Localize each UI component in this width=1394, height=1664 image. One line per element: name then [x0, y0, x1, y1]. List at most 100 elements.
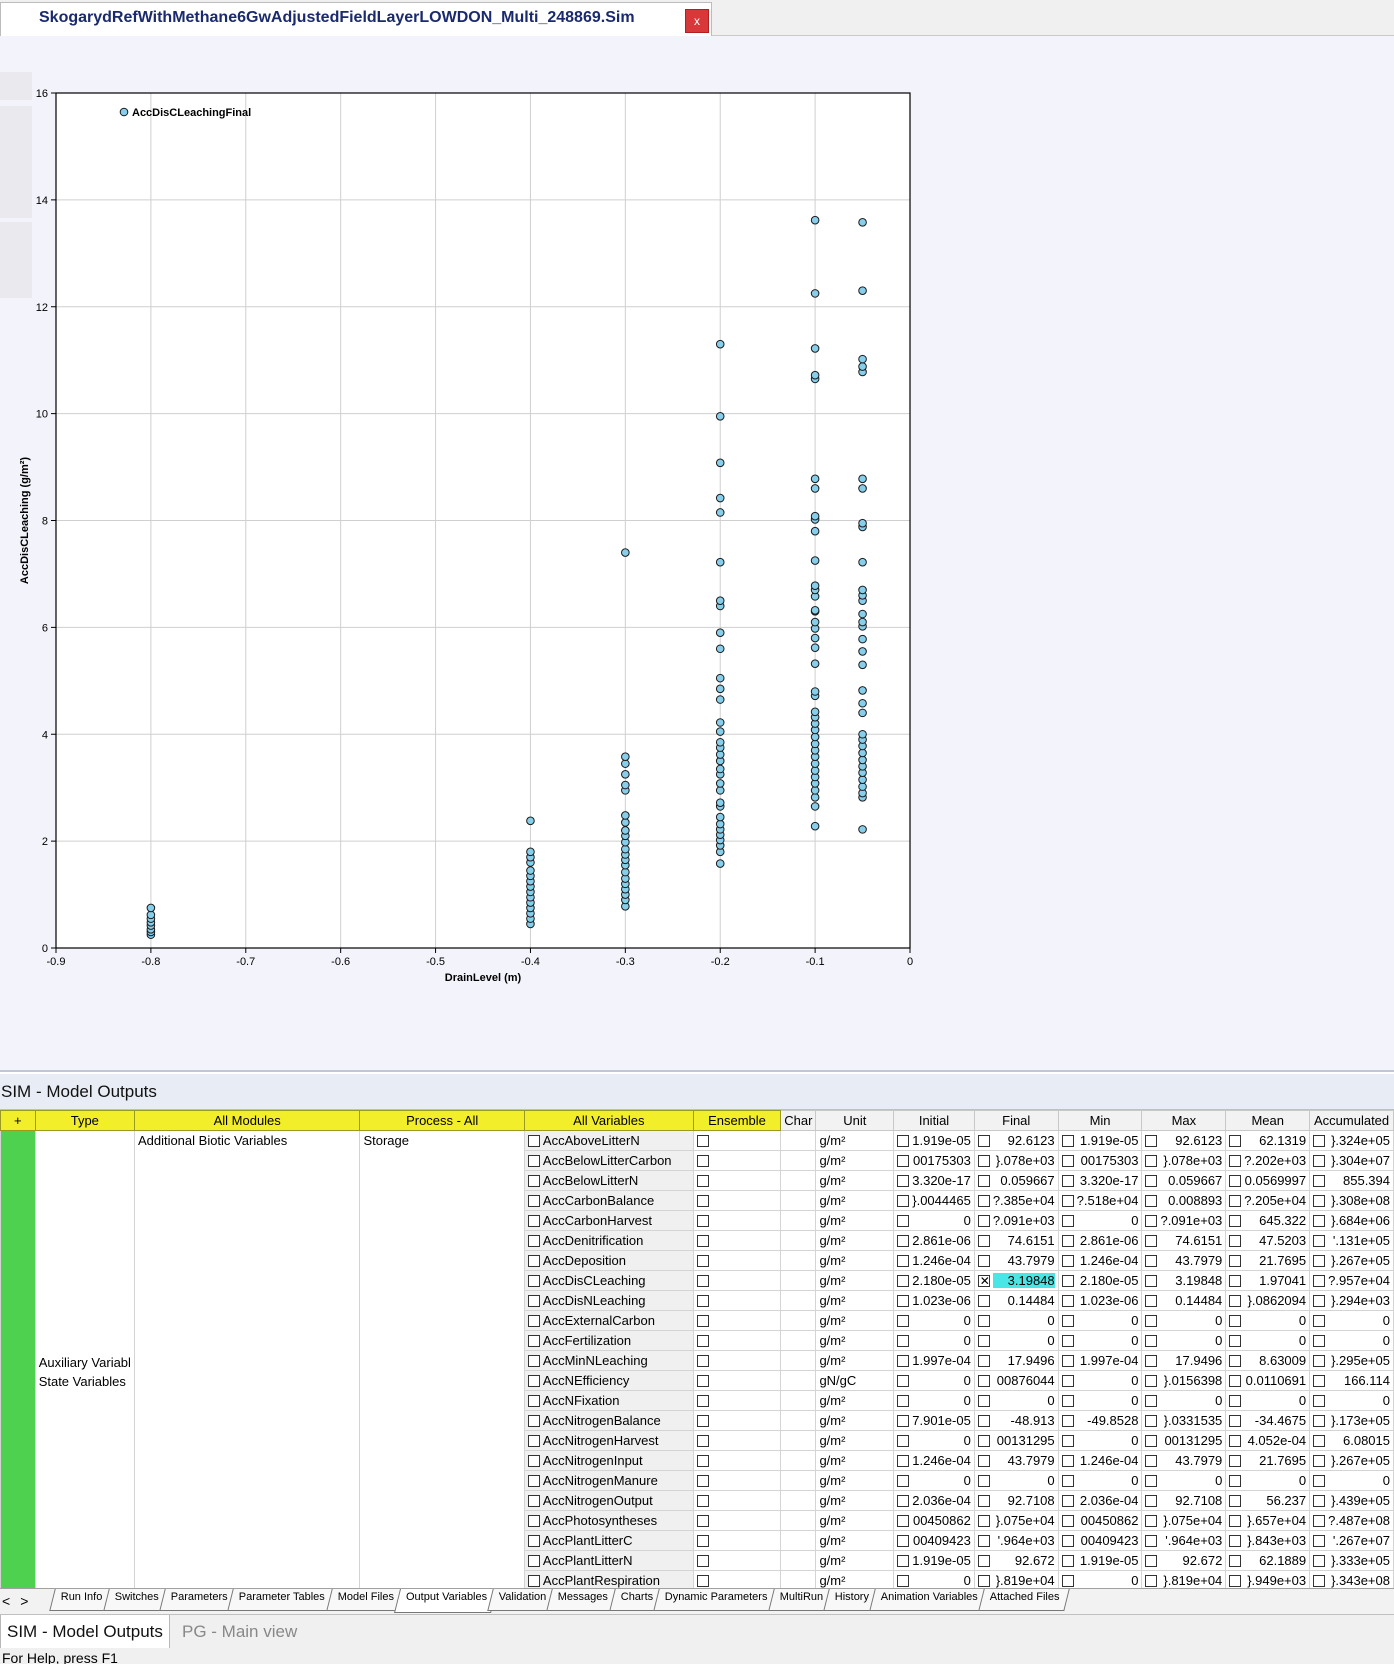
initial-cell-checkbox[interactable] — [897, 1474, 910, 1487]
variable-name-cell[interactable]: AccPlantRespiration — [523, 1570, 694, 1588]
ensemble-cell[interactable] — [692, 1250, 782, 1271]
final-cell-checkbox[interactable] — [977, 1554, 990, 1567]
variable-select-checkbox[interactable] — [527, 1475, 540, 1487]
final-cell-checkbox[interactable] — [977, 1494, 990, 1507]
chart-cell[interactable] — [780, 1330, 817, 1351]
mean-cell-checkbox[interactable] — [1229, 1554, 1242, 1567]
ensemble-checkbox[interactable] — [696, 1315, 709, 1327]
tab-animation-variables[interactable]: Animation Variables — [869, 1589, 989, 1611]
ensemble-cell[interactable] — [692, 1150, 782, 1171]
document-tab[interactable]: SkogarydRefWithMethane6GwAdjustedFieldLa… — [0, 2, 712, 36]
accumulated-cell[interactable]: }.294e+03 — [1309, 1290, 1394, 1311]
max-cell-checkbox[interactable] — [1145, 1454, 1158, 1467]
chart-cell[interactable] — [780, 1390, 817, 1411]
min-cell[interactable]: 0 — [1057, 1570, 1143, 1588]
min-cell-checkbox[interactable] — [1061, 1254, 1074, 1267]
ensemble-checkbox[interactable] — [696, 1355, 709, 1367]
initial-cell-checkbox[interactable] — [897, 1354, 910, 1367]
ensemble-checkbox[interactable] — [696, 1575, 709, 1587]
mean-cell[interactable]: -34.4675 — [1225, 1410, 1311, 1431]
min-cell[interactable]: 1.246e-04 — [1057, 1450, 1143, 1471]
max-cell-checkbox[interactable] — [1145, 1174, 1158, 1187]
initial-cell-checkbox[interactable] — [897, 1414, 910, 1427]
final-cell[interactable]: 43.7979 — [973, 1250, 1059, 1271]
accumulated-cell-checkbox[interactable] — [1313, 1214, 1326, 1227]
accumulated-cell[interactable]: }.267e+05 — [1309, 1450, 1394, 1471]
tab-pg-main-view[interactable]: PG - Main view — [176, 1615, 303, 1649]
ensemble-header[interactable]: Ensemble — [692, 1110, 782, 1131]
initial-cell-checkbox[interactable] — [897, 1434, 910, 1447]
mean-cell[interactable]: 0.0569997 — [1225, 1170, 1311, 1191]
max-cell-checkbox[interactable] — [1145, 1534, 1158, 1547]
chart-cell[interactable] — [780, 1490, 817, 1511]
final-cell[interactable]: 0.14484 — [973, 1290, 1059, 1311]
mean-cell-checkbox[interactable] — [1229, 1134, 1242, 1147]
initial-cell[interactable]: 0 — [893, 1390, 975, 1411]
tab-next-button[interactable]: > — [20, 1593, 38, 1609]
tab-switches[interactable]: Switches — [102, 1589, 169, 1611]
initial-cell-checkbox[interactable] — [897, 1274, 910, 1287]
variable-name-cell[interactable]: AccDisNLeaching — [523, 1290, 694, 1311]
min-cell[interactable]: 0 — [1057, 1470, 1143, 1491]
close-icon[interactable]: x — [685, 9, 709, 33]
chart-cell[interactable] — [780, 1310, 817, 1331]
min-cell[interactable]: 00409423 — [1057, 1530, 1143, 1551]
mean-cell-checkbox[interactable] — [1229, 1194, 1242, 1207]
initial-header[interactable]: Initial — [893, 1110, 975, 1131]
ensemble-cell[interactable] — [692, 1390, 782, 1411]
accumulated-cell[interactable]: 6.08015 — [1309, 1430, 1394, 1451]
mean-cell[interactable]: }.843e+03 — [1225, 1530, 1311, 1551]
variable-name-cell[interactable]: AccCarbonBalance — [523, 1190, 694, 1211]
accumulated-cell[interactable]: '.267e+07 — [1309, 1530, 1394, 1551]
max-cell-checkbox[interactable] — [1145, 1134, 1158, 1147]
min-cell-checkbox[interactable] — [1061, 1434, 1074, 1447]
variable-select-checkbox[interactable] — [527, 1295, 540, 1307]
mean-cell[interactable]: 645.322 — [1225, 1210, 1311, 1231]
accumulated-cell-checkbox[interactable] — [1313, 1294, 1326, 1307]
final-cell-checkbox[interactable] — [977, 1354, 990, 1367]
accumulated-cell-checkbox[interactable] — [1313, 1314, 1326, 1327]
tab-dynamic-parameters[interactable]: Dynamic Parameters — [653, 1589, 778, 1611]
min-cell-checkbox[interactable] — [1061, 1414, 1074, 1427]
max-cell[interactable]: }.0331535 — [1141, 1410, 1227, 1431]
modules-filter[interactable]: All Modules — [133, 1110, 361, 1131]
chart-cell[interactable] — [780, 1290, 817, 1311]
max-cell[interactable]: '.964e+03 — [1141, 1530, 1227, 1551]
mean-cell[interactable]: 0 — [1225, 1330, 1311, 1351]
accumulated-cell[interactable]: ?.487e+08 — [1309, 1510, 1394, 1531]
mean-cell-checkbox[interactable] — [1229, 1314, 1242, 1327]
chart-cell[interactable] — [780, 1270, 817, 1291]
max-cell-checkbox[interactable] — [1145, 1574, 1158, 1587]
min-cell[interactable]: 0 — [1057, 1430, 1143, 1451]
ensemble-checkbox[interactable] — [696, 1135, 709, 1147]
max-cell-checkbox[interactable] — [1145, 1494, 1158, 1507]
min-cell[interactable]: 3.320e-17 — [1057, 1170, 1143, 1191]
chart-cell[interactable] — [780, 1150, 817, 1171]
initial-cell-checkbox[interactable] — [897, 1314, 910, 1327]
mean-cell-checkbox[interactable] — [1229, 1414, 1242, 1427]
add-column-button[interactable]: + — [0, 1110, 36, 1131]
variable-select-checkbox[interactable] — [527, 1415, 540, 1427]
variable-select-checkbox[interactable] — [527, 1275, 540, 1287]
max-cell[interactable]: 0.008893 — [1141, 1190, 1227, 1211]
mean-cell-checkbox[interactable] — [1229, 1254, 1242, 1267]
final-cell-checkbox[interactable] — [977, 1374, 990, 1387]
variable-select-checkbox[interactable] — [527, 1255, 540, 1267]
final-cell-checkbox[interactable] — [977, 1214, 990, 1227]
final-cell[interactable]: 0 — [973, 1330, 1059, 1351]
mean-cell-checkbox[interactable] — [1229, 1494, 1242, 1507]
variable-select-checkbox[interactable] — [527, 1335, 540, 1347]
variable-select-checkbox[interactable] — [527, 1375, 540, 1387]
final-cell-checkbox[interactable] — [977, 1234, 990, 1247]
min-cell-checkbox[interactable] — [1061, 1374, 1074, 1387]
ensemble-checkbox[interactable] — [696, 1195, 709, 1207]
accumulated-cell-checkbox[interactable] — [1313, 1274, 1326, 1287]
tab-prev-button[interactable]: < — [2, 1593, 20, 1609]
max-cell-checkbox[interactable] — [1145, 1514, 1158, 1527]
accumulated-cell[interactable]: 0 — [1309, 1310, 1394, 1331]
variable-name-cell[interactable]: AccNFixation — [523, 1390, 694, 1411]
variable-select-checkbox[interactable] — [527, 1155, 540, 1167]
final-cell-checkbox[interactable] — [977, 1454, 990, 1467]
accumulated-cell[interactable]: }.439e+05 — [1309, 1490, 1394, 1511]
mean-cell[interactable]: 21.7695 — [1225, 1250, 1311, 1271]
